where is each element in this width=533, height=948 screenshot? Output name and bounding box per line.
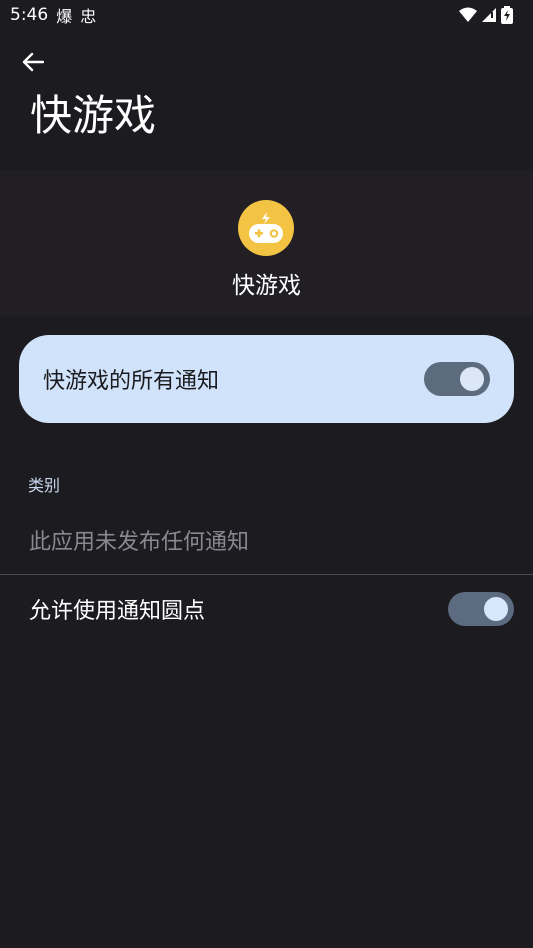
- app-header: 快游戏: [0, 170, 533, 316]
- status-left: 5:46 爆 忠: [10, 3, 96, 27]
- app-name: 快游戏: [232, 273, 301, 299]
- no-notifications-message: 此应用未发布任何通知: [29, 530, 250, 555]
- all-notifications-label: 快游戏的所有通知: [43, 369, 220, 394]
- status-time: 5:46: [10, 5, 49, 25]
- status-right: [459, 6, 513, 24]
- status-bar: 5:46 爆 忠: [0, 0, 533, 30]
- back-button[interactable]: [14, 44, 52, 80]
- categories-heading: 类别: [28, 476, 61, 495]
- all-notifications-toggle-row[interactable]: 快游戏的所有通知: [19, 335, 514, 423]
- notification-dots-row[interactable]: 允许使用通知圆点: [0, 575, 533, 643]
- notification-dots-switch[interactable]: [448, 592, 514, 626]
- battery-icon: [501, 6, 513, 24]
- switch-knob: [484, 597, 508, 621]
- app-icon: [238, 200, 294, 256]
- notification-dots-label: 允许使用通知圆点: [29, 599, 206, 624]
- page-title: 快游戏: [30, 91, 157, 140]
- notification-icon-1: 爆: [56, 7, 73, 26]
- signal-icon: [482, 8, 496, 22]
- gamepad-icon: [249, 212, 283, 243]
- arrow-back-icon: [22, 52, 44, 72]
- switch-knob: [460, 367, 484, 391]
- all-notifications-switch[interactable]: [424, 362, 490, 396]
- notification-icon-2: 忠: [80, 7, 97, 26]
- wifi-icon: [459, 7, 477, 22]
